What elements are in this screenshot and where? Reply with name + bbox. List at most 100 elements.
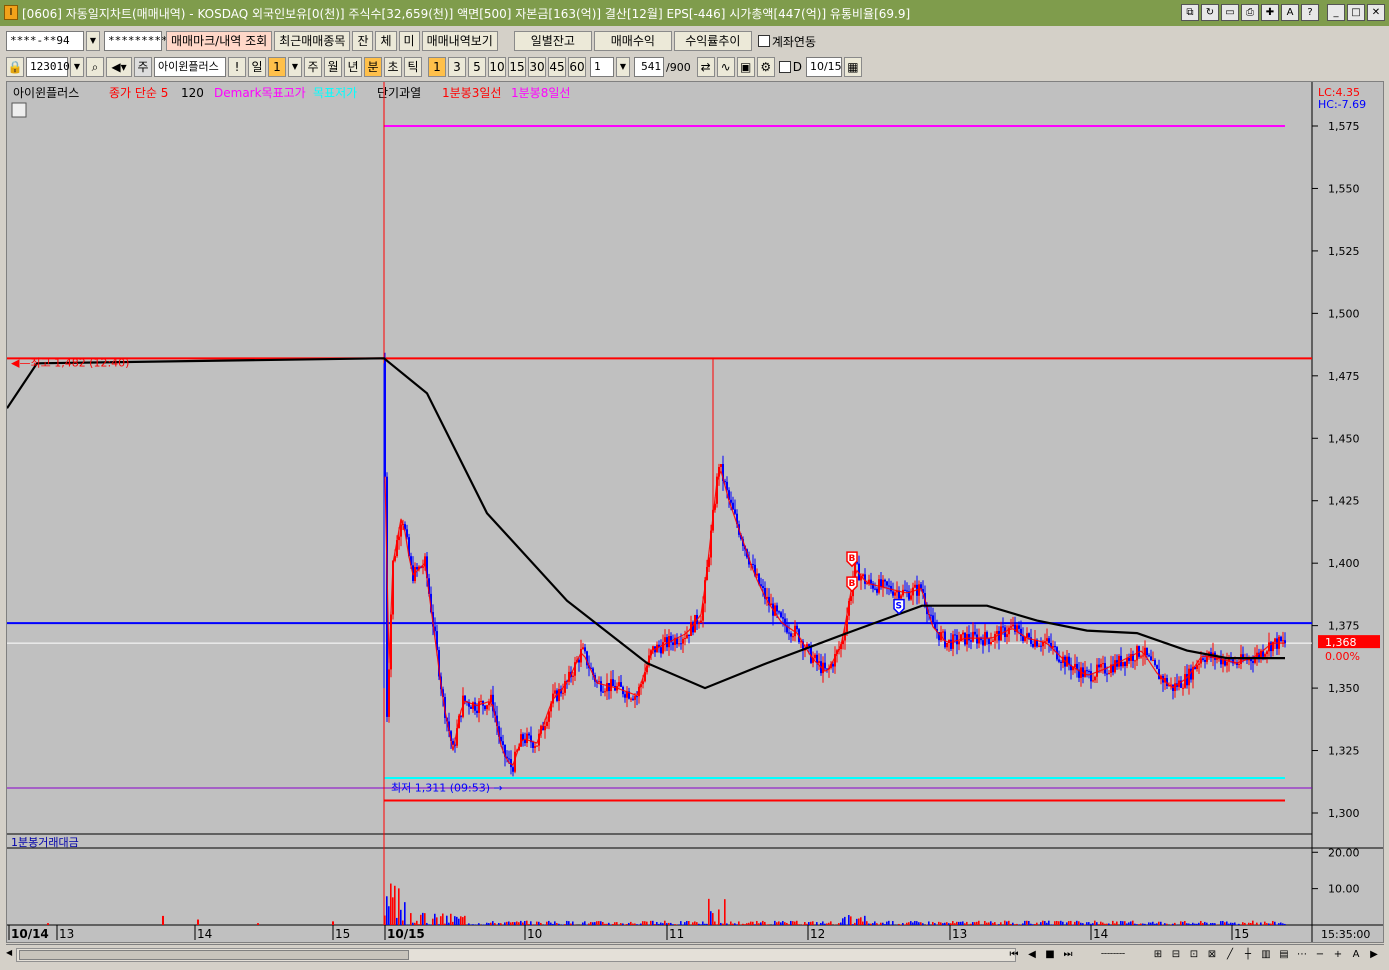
alert-button[interactable]: !: [228, 57, 246, 77]
period-minute-button[interactable]: 분: [364, 57, 382, 77]
minute-1-button[interactable]: 1: [428, 57, 446, 77]
search-icon[interactable]: ⌕: [86, 57, 104, 77]
candle-body: [1090, 671, 1092, 682]
volume-bar: [540, 922, 542, 925]
candle-body: [1048, 638, 1050, 643]
minute-3-button[interactable]: 3: [448, 57, 466, 77]
period-second-button[interactable]: 초: [384, 57, 402, 77]
font-size-icon[interactable]: A: [1348, 947, 1364, 963]
help-icon[interactable]: ?: [1301, 4, 1319, 21]
period-tick-button[interactable]: 틱: [404, 57, 422, 77]
account-dropdown-icon[interactable]: ▼: [86, 31, 100, 51]
settings-icon[interactable]: ⚙: [756, 57, 775, 77]
code-dropdown-icon[interactable]: ▼: [70, 57, 84, 77]
period-week-button[interactable]: 주: [304, 57, 322, 77]
zoom-in-icon[interactable]: +: [1330, 947, 1346, 963]
trade-profit-button[interactable]: 매매수익: [593, 31, 672, 51]
minute-5-button[interactable]: 5: [468, 57, 486, 77]
period-month-button[interactable]: 월: [324, 57, 342, 77]
minute-30-button[interactable]: 30: [528, 57, 546, 77]
trade-mark-query-button[interactable]: 매매마크/내역 조회: [166, 31, 273, 51]
period-day-button[interactable]: 일: [248, 57, 266, 77]
date-checkbox[interactable]: [778, 61, 791, 73]
first-page-icon[interactable]: ⏮: [1006, 947, 1022, 963]
save-icon[interactable]: ▣: [736, 57, 755, 77]
return-trend-button[interactable]: 수익률추이: [673, 31, 752, 51]
indicator-icon[interactable]: ∿: [716, 57, 735, 77]
candle-body: [478, 701, 480, 713]
maximize-button[interactable]: □: [1347, 4, 1365, 21]
balance-button[interactable]: 잔: [352, 31, 374, 51]
unfilled-button[interactable]: 미: [398, 31, 420, 51]
scroll-left-icon[interactable]: ◀: [6, 948, 16, 962]
prev-page-icon[interactable]: ◀: [1024, 947, 1040, 963]
date-input[interactable]: 10/15: [805, 57, 842, 77]
last-page-icon[interactable]: ⏭: [1060, 947, 1076, 963]
print-icon[interactable]: ⎙: [1241, 4, 1259, 21]
interval-dropdown-icon[interactable]: ▼: [616, 57, 630, 77]
volume-bar: [442, 913, 444, 925]
volume-bar: [1088, 922, 1090, 925]
cross-tool-icon[interactable]: ┼: [1240, 947, 1256, 963]
close-button[interactable]: ✕: [1367, 4, 1385, 21]
screen-icon[interactable]: ▭: [1221, 4, 1239, 21]
executed-button[interactable]: 체: [375, 31, 397, 51]
current-price-label: 1,368: [1325, 636, 1357, 649]
chart-area[interactable]: 아이윈플러스 종가 단순 5 120 Demark목표고가 목표저가 단기과열 1분봉3일선…: [6, 81, 1384, 943]
lock-icon[interactable]: 🔒: [6, 57, 24, 77]
font-icon[interactable]: A: [1281, 4, 1299, 21]
link-window-icon[interactable]: ⧉: [1181, 4, 1199, 21]
minute-15-button[interactable]: 15: [508, 57, 526, 77]
password-input[interactable]: *********: [104, 31, 168, 51]
scroll-ruler[interactable]: ┄┄┄┄: [1078, 947, 1148, 963]
stock-code-input[interactable]: 123010: [26, 57, 70, 77]
scroll-end-icon[interactable]: ▶: [1366, 947, 1382, 963]
legend-item: 120: [181, 86, 204, 100]
bar-tool-icon[interactable]: ▥: [1258, 947, 1274, 963]
minute-45-button[interactable]: 45: [548, 57, 566, 77]
line-tool-icon[interactable]: ╱: [1222, 947, 1238, 963]
volume-bar: [1260, 922, 1262, 925]
trade-mark-label: S: [896, 602, 902, 612]
account-link-checkbox[interactable]: [757, 35, 770, 47]
candle-body: [464, 695, 466, 702]
grid-toggle-icon[interactable]: [11, 102, 27, 118]
refresh-icon[interactable]: ↻: [1201, 4, 1219, 21]
period-dropdown-icon[interactable]: ▼: [288, 57, 302, 77]
period-year-button[interactable]: 년: [344, 57, 362, 77]
daily-balance-button[interactable]: 일별잔고: [513, 31, 592, 51]
minimize-button[interactable]: _: [1327, 4, 1345, 21]
sound-icon[interactable]: ◀▾: [106, 57, 132, 77]
scroll-thumb[interactable]: [19, 950, 409, 960]
volume-bar: [592, 922, 594, 925]
recent-trades-button[interactable]: 최근매매종목: [274, 31, 351, 51]
volume-bar: [806, 923, 808, 925]
layout-icon[interactable]: ⊞: [1150, 947, 1166, 963]
interval-input[interactable]: 1: [590, 57, 614, 77]
candle-body: [1140, 656, 1142, 658]
price-tick-label: 1,475: [1328, 370, 1360, 383]
zoom-fit-icon[interactable]: ⊠: [1204, 947, 1220, 963]
stock-name-field[interactable]: 아이윈플러스: [154, 57, 226, 77]
stop-icon[interactable]: ■: [1042, 947, 1058, 963]
candle-body: [998, 630, 1000, 641]
dots-icon[interactable]: ⋯: [1294, 947, 1310, 963]
volume-bar: [816, 922, 818, 925]
minute-60-button[interactable]: 60: [568, 57, 586, 77]
app-icon[interactable]: I: [4, 5, 18, 20]
compare-icon[interactable]: ⊡: [1186, 947, 1202, 963]
chart-tool-icon[interactable]: ⇄: [696, 57, 715, 77]
favorite-icon[interactable]: ✚: [1261, 4, 1279, 21]
split-icon[interactable]: ⊟: [1168, 947, 1184, 963]
account-input[interactable]: ****-**94: [6, 31, 84, 51]
calendar-icon[interactable]: ▦: [843, 57, 862, 77]
trade-history-button[interactable]: 매매내역보기: [421, 31, 498, 51]
minute-10-button[interactable]: 10: [488, 57, 506, 77]
count-input[interactable]: 541: [634, 57, 664, 77]
volume-bar: [922, 923, 924, 925]
period-count-field[interactable]: 1: [268, 57, 286, 77]
volume-tool-icon[interactable]: ▤: [1276, 947, 1292, 963]
volume-bar: [796, 920, 798, 925]
zoom-out-icon[interactable]: −: [1312, 947, 1328, 963]
chart-scrollbar[interactable]: [16, 948, 1016, 962]
